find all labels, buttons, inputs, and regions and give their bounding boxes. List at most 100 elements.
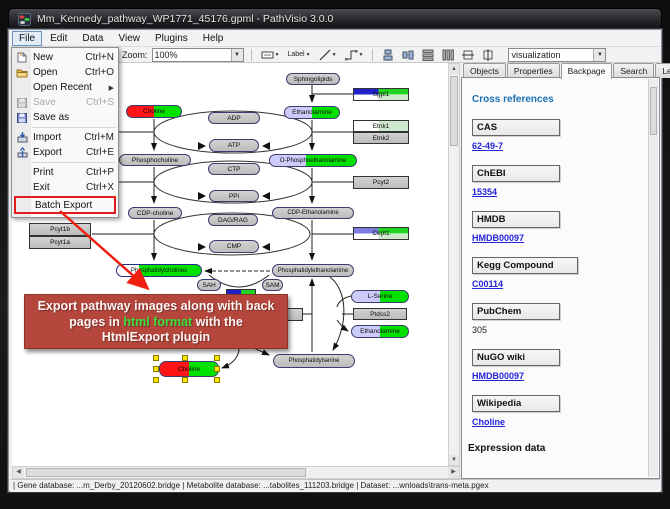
selection-handle[interactable] — [153, 355, 159, 361]
tab-search[interactable]: Search — [613, 63, 654, 78]
node-pcyt1b[interactable]: Pcyt1b — [29, 223, 91, 236]
toolbar-separator — [372, 49, 373, 61]
crossref-link[interactable]: HMDB00097 — [472, 233, 659, 243]
node-sgpl1[interactable]: Sgpl1 — [353, 88, 409, 101]
node-pcyt1a[interactable]: Pcyt1a — [29, 236, 91, 249]
selection-handle[interactable] — [153, 377, 159, 383]
menu-item-export[interactable]: ExportCtrl+E — [12, 145, 118, 160]
menu-item-new[interactable]: NewCtrl+N — [12, 50, 118, 65]
menu-view[interactable]: View — [111, 31, 147, 46]
menu-file[interactable]: File — [12, 31, 42, 46]
align-center-x-button[interactable] — [380, 48, 396, 62]
menu-edit[interactable]: Edit — [43, 31, 74, 46]
scroll-up-icon[interactable]: ▲ — [449, 64, 459, 74]
selection-handle[interactable] — [214, 366, 220, 372]
node-phosphocholine[interactable]: Phosphocholine — [119, 154, 191, 166]
chevron-down-icon[interactable]: ▼ — [231, 49, 243, 61]
node-atp[interactable]: ATP — [209, 139, 259, 152]
common-height-button[interactable] — [480, 48, 496, 62]
tab-objects[interactable]: Objects — [463, 63, 506, 78]
node-etnk1[interactable]: Etnk1 — [353, 120, 409, 132]
callout-line2: pages in html format with the — [25, 315, 287, 331]
menu-item-exit[interactable]: ExitCtrl+X — [12, 180, 118, 195]
node-ethanolamine-top[interactable]: Ethanolamine — [284, 106, 340, 119]
node-cdp-choline[interactable]: CDP-choline — [128, 207, 182, 219]
node-cept1[interactable]: Cept1 — [353, 227, 409, 240]
node-pcyt2[interactable]: Pcyt2 — [353, 176, 409, 189]
section-header: NuGO wiki — [472, 349, 560, 366]
node-ethanolamine-mid[interactable]: Ethanolamine — [351, 325, 409, 338]
selection-handle[interactable] — [153, 366, 159, 372]
scroll-thumb[interactable] — [650, 87, 657, 135]
menu-item-open[interactable]: OpenCtrl+O — [12, 65, 118, 80]
node-choline-top[interactable]: Choline — [126, 105, 182, 118]
zoom-combobox[interactable]: 100% ▼ — [152, 48, 244, 62]
node-cdp-ethanolamine[interactable]: CDP-Ethanolamine — [272, 207, 354, 219]
tab-backpage[interactable]: Backpage — [561, 63, 613, 79]
menu-item-save-as[interactable]: Save as — [12, 110, 118, 125]
node-sah[interactable]: SAH — [197, 279, 221, 291]
crossref-link[interactable]: HMDB00097 — [472, 371, 659, 381]
scroll-down-icon[interactable]: ▼ — [449, 455, 459, 465]
tab-properties[interactable]: Properties — [507, 63, 560, 78]
scroll-thumb[interactable] — [26, 468, 306, 477]
node-o-phosphoethanolamine[interactable]: O-Phosphoethanolamine — [269, 154, 357, 167]
node-choline-selected[interactable]: Choline — [159, 361, 219, 377]
selection-handle[interactable] — [214, 355, 220, 361]
node-ctp[interactable]: CTP — [208, 163, 260, 175]
node-cmp[interactable]: CMP — [209, 240, 259, 253]
node-adp[interactable]: ADP — [208, 112, 260, 124]
node-phosphatidylserine[interactable]: Phosphatidylserine — [273, 354, 355, 368]
node-ppi[interactable]: PPi — [209, 190, 259, 202]
connector-tool-button[interactable]: ▼ — [343, 48, 366, 62]
selection-handle[interactable] — [182, 377, 188, 383]
crossref-link[interactable]: 15354 — [472, 187, 659, 197]
canvas-vscrollbar[interactable]: ▲ ▼ — [448, 63, 460, 466]
import-icon — [14, 132, 30, 143]
align-center-y-button[interactable] — [400, 48, 416, 62]
menu-item-print[interactable]: PrintCtrl+P — [12, 165, 118, 180]
node-phosphatidylethanolamine[interactable]: Phosphatidylethanolamine — [272, 264, 354, 277]
selection-handle[interactable] — [214, 377, 220, 383]
title-bar[interactable]: Mm_Kennedy_pathway_WP1771_45176.gpml - P… — [8, 8, 662, 29]
menu-item-import[interactable]: ImportCtrl+M — [12, 130, 118, 145]
annotation-callout: Export pathway images along with back pa… — [24, 294, 288, 349]
node-ptdss2[interactable]: Ptdss2 — [353, 308, 407, 320]
scroll-right-icon[interactable]: ▶ — [448, 467, 459, 478]
canvas-hscrollbar[interactable]: ◀ ▶ — [12, 466, 460, 479]
node-l-serine[interactable]: L-Serine — [351, 290, 409, 303]
line-tool-button[interactable]: ▼ — [317, 48, 339, 62]
node-sam[interactable]: SAM — [262, 279, 283, 291]
node-phosphatidylcholines[interactable]: Phosphatidylcholines — [116, 264, 202, 277]
menu-item-batch-export[interactable]: Batch Export — [14, 196, 116, 214]
visualization-value: visualization — [511, 50, 560, 60]
scroll-thumb[interactable] — [450, 76, 458, 146]
datanode-tool-button[interactable]: ▼ — [259, 48, 282, 62]
crossref-link[interactable]: C00114 — [472, 279, 659, 289]
menu-item-save[interactable]: SaveCtrl+S — [12, 95, 118, 110]
sidebar-scrollbar[interactable] — [648, 79, 658, 477]
selection-handle[interactable] — [182, 355, 188, 361]
distribute-vertical-icon — [422, 49, 434, 61]
distribute-horizontal-button[interactable] — [440, 48, 456, 62]
scroll-left-icon[interactable]: ◀ — [13, 467, 24, 478]
menu-plugins[interactable]: Plugins — [148, 31, 195, 46]
backpage-section-chebi: ChEBI 15354 — [472, 165, 659, 197]
label-tool-button[interactable]: Label ▼ — [285, 48, 312, 62]
crossref-link[interactable]: Choline — [472, 417, 659, 427]
menu-item-open-recent[interactable]: Open Recent▶ — [12, 80, 118, 95]
tab-legend[interactable]: Legend — [655, 63, 670, 78]
visualization-combobox[interactable]: visualization ▼ — [508, 48, 606, 62]
crossref-link[interactable]: 62-49-7 — [472, 141, 659, 151]
distribute-vertical-button[interactable] — [420, 48, 436, 62]
common-width-button[interactable] — [460, 48, 476, 62]
section-header: CAS — [472, 119, 560, 136]
menu-data[interactable]: Data — [75, 31, 110, 46]
node-sphingolipids[interactable]: Sphingolipids — [286, 73, 340, 85]
node-etnk2[interactable]: Etnk2 — [353, 132, 409, 144]
save-icon — [14, 97, 30, 108]
node-dag[interactable]: DAG/RAG — [208, 214, 258, 226]
new-document-icon — [14, 52, 30, 63]
chevron-down-icon[interactable]: ▼ — [593, 49, 605, 61]
menu-help[interactable]: Help — [196, 31, 231, 46]
